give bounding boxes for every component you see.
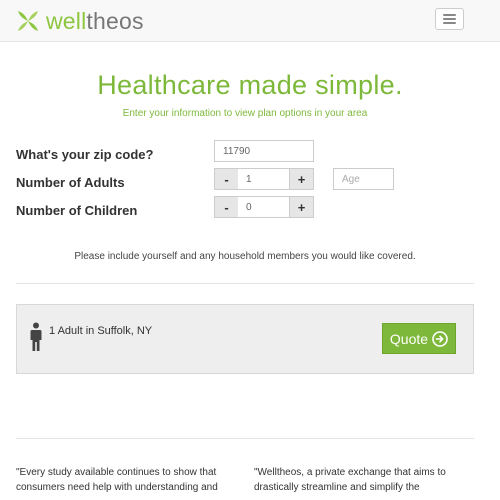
divider [16,438,474,439]
person-icon [30,322,42,351]
hamburger-icon-bar [443,18,456,20]
quote-panel: 1 Adult in Suffolk, NY Quote [16,304,474,374]
logo-text: welltheos [46,8,144,35]
x-leaf-icon [18,11,38,31]
logo-theos: theos [86,7,144,34]
household-summary: 1 Adult in Suffolk, NY [49,325,153,337]
navbar: welltheos [0,0,500,42]
adults-decrement-button[interactable]: - [214,168,239,190]
zip-input[interactable] [214,140,314,162]
hamburger-icon-bar [443,22,456,24]
testimonial-left: "Every study available continues to show… [16,467,218,493]
quote-button-label: Quote [389,330,429,347]
page-title: Healthcare made simple. [97,70,403,100]
page-subtitle: Enter your information to view plan opti… [122,108,368,119]
children-increment-button[interactable]: + [289,196,314,218]
children-count-input[interactable] [238,196,290,218]
logo[interactable]: welltheos [14,6,144,36]
hamburger-icon [443,14,456,16]
testimonial-right: "Welltheos, a private exchange that aims… [254,467,446,493]
adults-count-input[interactable] [238,168,290,190]
divider [16,283,474,284]
household-note: Please include yourself and any househol… [74,251,416,262]
children-decrement-button[interactable]: - [214,196,239,218]
age-input[interactable] [333,168,394,190]
quote-button[interactable]: Quote [382,323,456,354]
adults-increment-button[interactable]: + [289,168,314,190]
menu-toggle-button[interactable] [435,8,464,30]
logo-well: well [46,7,87,34]
arrow-circle-right-icon [432,330,448,347]
children-label: Number of Children [16,203,138,218]
adults-label: Number of Adults [16,175,125,190]
zip-label: What's your zip code? [16,147,154,162]
